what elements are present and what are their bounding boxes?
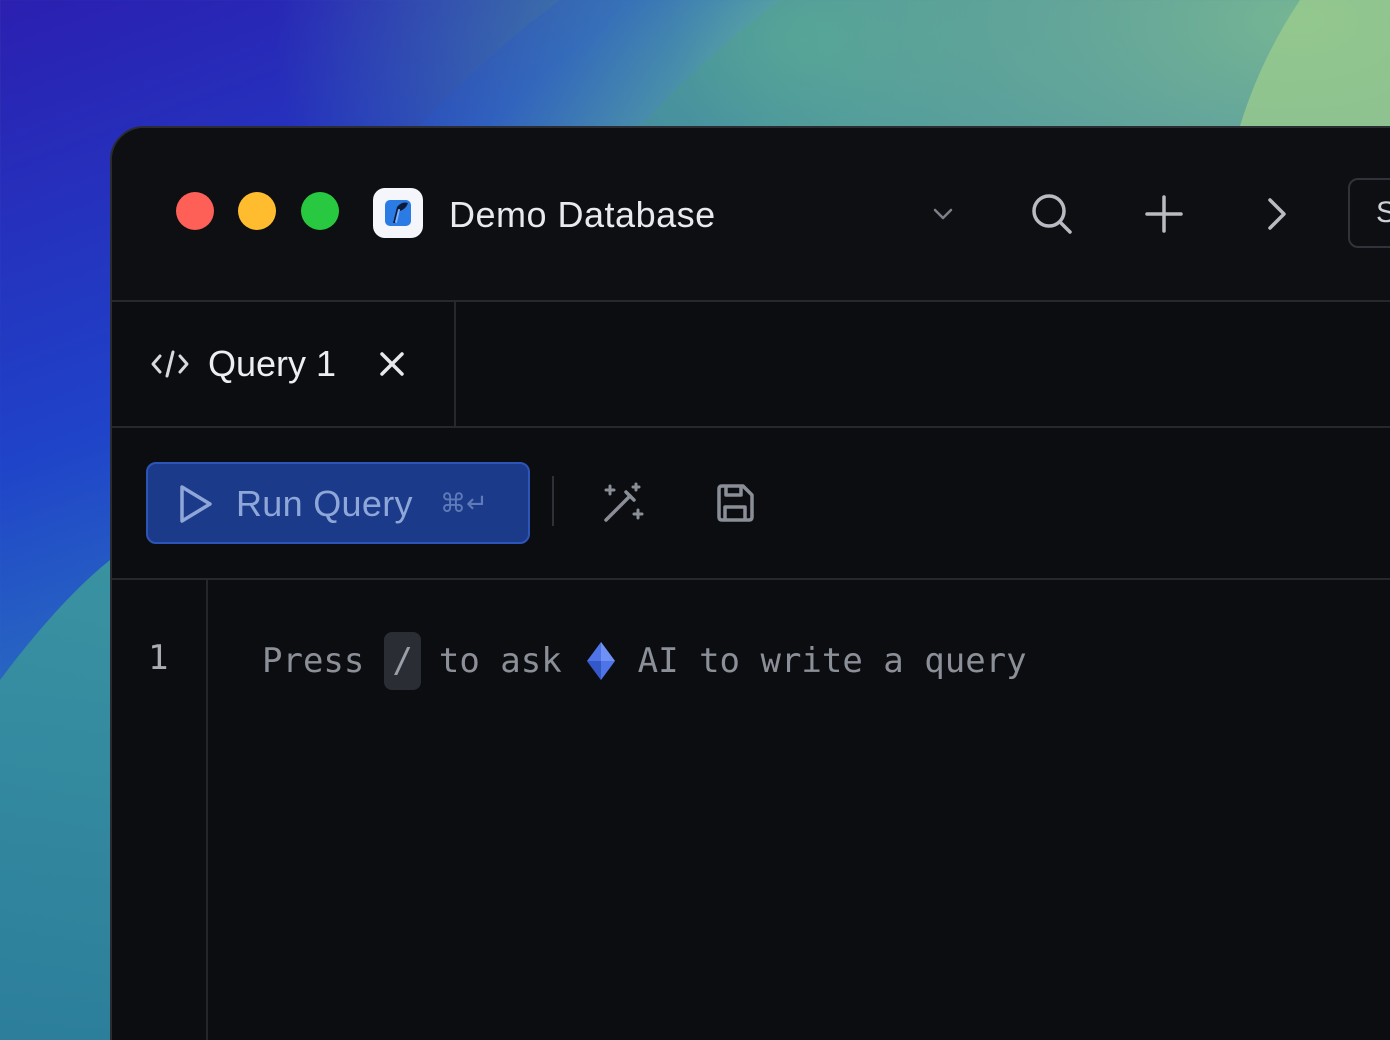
placeholder-ai-text: AI to write a query [637,641,1027,681]
save-icon[interactable] [714,482,756,524]
placeholder-to-ask: to ask [438,641,562,681]
line-number: 1 [148,638,169,678]
close-tab-icon[interactable] [376,348,408,380]
app-window: Demo Database S [110,126,1390,1040]
tab-label: Query 1 [208,343,337,384]
placeholder-press: Press [262,641,365,681]
close-window-button[interactable] [176,192,214,230]
toolbar-divider [552,476,554,526]
tab-query-1[interactable]: Query 1 [112,302,456,426]
title-bar: Demo Database S [112,128,1390,302]
chevron-right-icon[interactable] [1256,194,1296,234]
side-button[interactable]: S [1348,178,1390,248]
tab-bar: Query 1 [112,302,1390,428]
magic-wand-icon[interactable] [600,480,646,526]
editor-placeholder: Press / to ask AI to write a query [262,632,1027,690]
run-query-button[interactable]: Run Query ⌘↵ [146,462,530,544]
keyboard-shortcut: ⌘↵ [440,489,488,519]
database-title[interactable]: Demo Database [449,194,716,236]
line-gutter: 1 [112,580,208,1040]
plus-icon[interactable] [1142,192,1186,236]
ai-diamond-icon [584,640,618,682]
app-logo-icon [373,188,423,238]
minimize-window-button[interactable] [238,192,276,230]
search-icon[interactable] [1028,190,1076,238]
run-query-label: Run Query [236,483,413,524]
slash-key-badge: / [384,632,421,690]
play-icon [176,482,216,526]
code-icon [150,346,190,382]
query-toolbar: Run Query ⌘↵ [112,428,1390,580]
chevron-down-icon[interactable] [927,198,959,230]
maximize-window-button[interactable] [301,192,339,230]
query-editor[interactable]: 1 Press / to ask AI to write a query [112,580,1390,1040]
